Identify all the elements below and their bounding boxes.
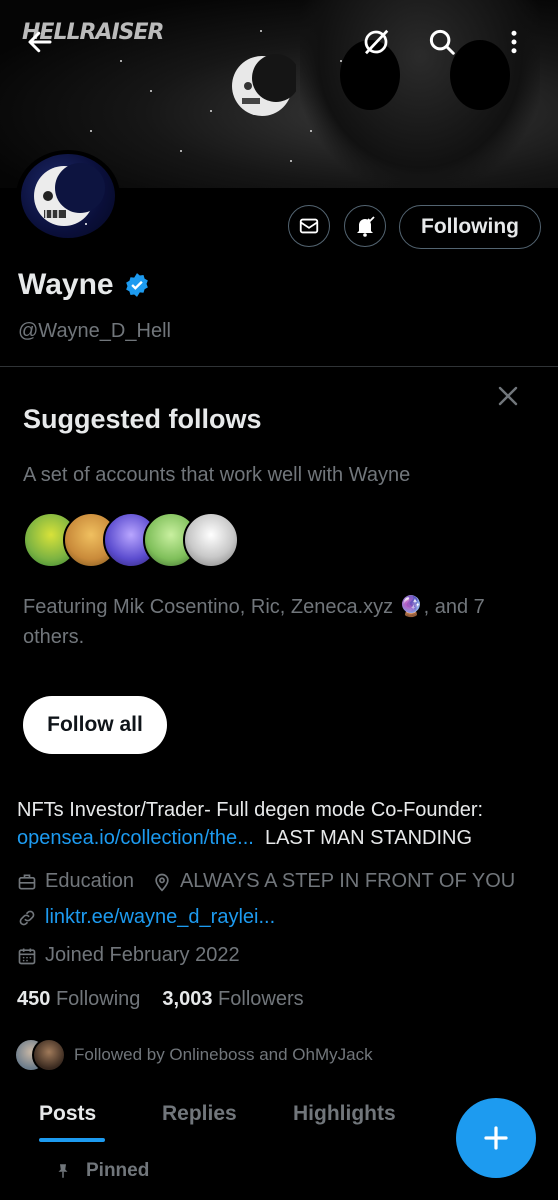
- mail-icon: [299, 218, 319, 234]
- profile-meta-joined: Joined February 2022: [17, 944, 240, 967]
- message-button[interactable]: [288, 205, 330, 247]
- compose-post-button[interactable]: [456, 1098, 536, 1178]
- location-pin-icon: [155, 873, 169, 892]
- following-stat[interactable]: 450 Following: [17, 988, 140, 1011]
- profile-handle: @Wayne_D_Hell: [18, 320, 171, 342]
- section-divider: [0, 366, 558, 367]
- profile-joined-date: Joined February 2022: [45, 944, 240, 966]
- moon-skull-avatar-image: [34, 163, 105, 226]
- search-icon: [429, 29, 455, 55]
- bio-text: NFTs Investor/Trader- Full degen mode Co…: [17, 799, 484, 821]
- profile-stats: 450 Following 3,003 Followers: [17, 988, 304, 1011]
- bio-link[interactable]: opensea.io/collection/the...: [17, 827, 254, 849]
- following-label: Following: [55, 988, 141, 1010]
- grok-icon: [364, 29, 389, 55]
- followed-by-text: Followed by Onlineboss and OhMyJack: [74, 1045, 373, 1064]
- followers-label: Followers: [218, 988, 304, 1010]
- following-button[interactable]: Following: [399, 205, 541, 249]
- profile-location: ALWAYS A STEP IN FRONT OF YOU: [179, 870, 516, 892]
- plus-icon: [484, 1126, 508, 1150]
- profile-meta-website: linktr.ee/wayne_d_raylei...: [17, 906, 275, 929]
- profile-category: Education: [45, 870, 134, 892]
- profile-name: Wayne: [18, 268, 150, 302]
- pinned-label-row: Pinned: [54, 1160, 149, 1182]
- suggested-avatar[interactable]: [183, 512, 239, 568]
- profile-avatar[interactable]: [16, 150, 120, 242]
- follower-avatar: [32, 1038, 66, 1072]
- banner-moon-skull-image: [232, 54, 296, 116]
- suggested-follows-description: A set of accounts that work well with Wa…: [23, 464, 411, 486]
- suggested-follows-title: Suggested follows: [23, 404, 262, 434]
- followed-by-row[interactable]: Followed by Onlineboss and OhMyJack: [14, 1038, 373, 1072]
- tab-replies[interactable]: Replies: [162, 1102, 237, 1126]
- calendar-icon: [18, 948, 36, 964]
- follow-all-button[interactable]: Follow all: [23, 696, 167, 754]
- link-icon: [19, 910, 35, 925]
- profile-website-link[interactable]: linktr.ee/wayne_d_raylei...: [45, 906, 275, 929]
- notifications-button[interactable]: [344, 205, 386, 247]
- back-button[interactable]: [22, 24, 58, 60]
- search-button[interactable]: [424, 24, 460, 60]
- followers-stat[interactable]: 3,003 Followers: [162, 988, 303, 1011]
- followers-count: 3,003: [162, 988, 213, 1010]
- suggested-featuring-text: Featuring Mik Cosentino, Ric, Zeneca.xyz…: [23, 596, 485, 648]
- briefcase-icon: [18, 874, 36, 889]
- bio-text-after: LAST MAN STANDING: [264, 827, 473, 849]
- close-icon: [498, 386, 518, 406]
- pinned-text: Pinned: [86, 1160, 150, 1181]
- verified-badge-icon[interactable]: [124, 272, 150, 298]
- active-tab-indicator: [39, 1138, 105, 1142]
- tab-posts[interactable]: Posts: [39, 1102, 96, 1126]
- profile-bio: NFTs Investor/Trader- Full degen mode Co…: [17, 796, 547, 852]
- bell-check-icon: [357, 216, 375, 237]
- more-vertical-icon: [511, 30, 517, 54]
- grok-button[interactable]: [358, 24, 394, 60]
- suggested-avatars-group[interactable]: [23, 512, 239, 570]
- display-name: Wayne: [18, 268, 114, 301]
- arrow-left-icon: [28, 31, 52, 53]
- pin-icon: [58, 1164, 68, 1178]
- profile-meta-category-location: Education ALWAYS A STEP IN FRONT OF YOU: [17, 870, 515, 893]
- following-count: 450: [17, 988, 51, 1010]
- tab-highlights[interactable]: Highlights: [293, 1102, 396, 1126]
- dismiss-suggestions-button[interactable]: [494, 382, 522, 410]
- more-options-button[interactable]: [496, 24, 532, 60]
